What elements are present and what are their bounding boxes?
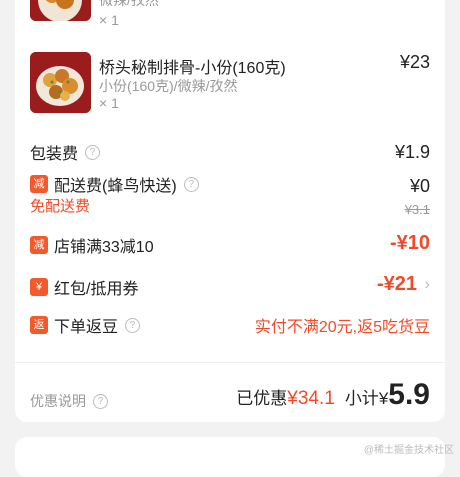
packing-fee-value: ¥1.9 — [394, 142, 430, 162]
coupon-row[interactable]: ¥ 红包/抵用券 — [30, 275, 138, 299]
free-delivery-note: 免配送费 — [30, 195, 90, 216]
cashback-label: 下单返豆 — [54, 319, 119, 336]
item-qty-1: × 1 — [99, 12, 119, 28]
delivery-fee-value: ¥0 — [409, 176, 430, 196]
subtotal-currency: ¥ — [378, 389, 389, 408]
cashback-value: 实付不满20元,返5吃货豆 — [254, 319, 430, 336]
shop-discount-row: 减 店铺满33减10 — [30, 233, 154, 257]
help-icon[interactable]: ? — [183, 176, 199, 192]
watermark: @稀土掘金技术社区 — [363, 445, 454, 456]
subtotal-value: 5.9 — [388, 378, 430, 411]
discount-tag-icon: 减 — [30, 175, 48, 193]
item-name-2: 桥头秘制排骨-小份(160克) — [99, 60, 286, 77]
subtotal-label: 小计 — [344, 389, 379, 408]
item-spec-1: 微辣/孜然 — [99, 0, 159, 8]
cashback-tag-icon: 返 — [30, 316, 48, 334]
help-icon[interactable]: ? — [125, 317, 141, 333]
item-spec-2: 小份(160克)/微辣/孜然 — [99, 78, 238, 94]
delivery-fee-row: 减 配送费(蜂鸟快送) ? — [30, 172, 199, 196]
item-image-1 — [30, 0, 91, 21]
saved-label: 已优惠 — [236, 389, 288, 408]
discount-tag-icon: 减 — [30, 236, 48, 254]
free-delivery-text: 免配送费 — [30, 198, 91, 215]
discount-info-label: 优惠说明 — [30, 393, 86, 409]
coupon-value[interactable]: -¥21 — [377, 273, 417, 296]
item-price-2: ¥23 — [399, 52, 430, 72]
chevron-right-icon[interactable]: › — [425, 276, 430, 294]
discount-info[interactable]: 优惠说明 ? — [30, 391, 108, 411]
packing-fee-label: 包装费 — [30, 146, 79, 163]
coupon-label: 红包/抵用券 — [54, 281, 139, 298]
help-icon[interactable]: ? — [93, 393, 108, 409]
item-qty-2: × 1 — [99, 95, 119, 111]
shop-discount-value: -¥10 — [389, 232, 430, 254]
item-image-2 — [30, 52, 91, 113]
shop-discount-label: 店铺满33减10 — [54, 239, 154, 256]
order-detail-card: 微辣/孜然 × 1 桥头秘制排骨-小份(160克) 小份(160克)/微辣/孜然… — [15, 0, 445, 422]
packing-fee-row: 包装费 ? — [30, 140, 101, 164]
help-icon[interactable]: ? — [85, 144, 101, 160]
delivery-original-price: ¥3.1 — [404, 202, 430, 217]
saved-value: ¥34.1 — [287, 388, 335, 409]
summary-totals: 已优惠 ¥34.1 小计 ¥ 5.9 — [236, 378, 430, 412]
cashback-row: 返 下单返豆 ? — [30, 313, 141, 337]
divider — [15, 362, 445, 363]
delivery-fee-label: 配送费(蜂鸟快送) — [54, 178, 177, 195]
coupon-tag-icon: ¥ — [30, 278, 48, 296]
